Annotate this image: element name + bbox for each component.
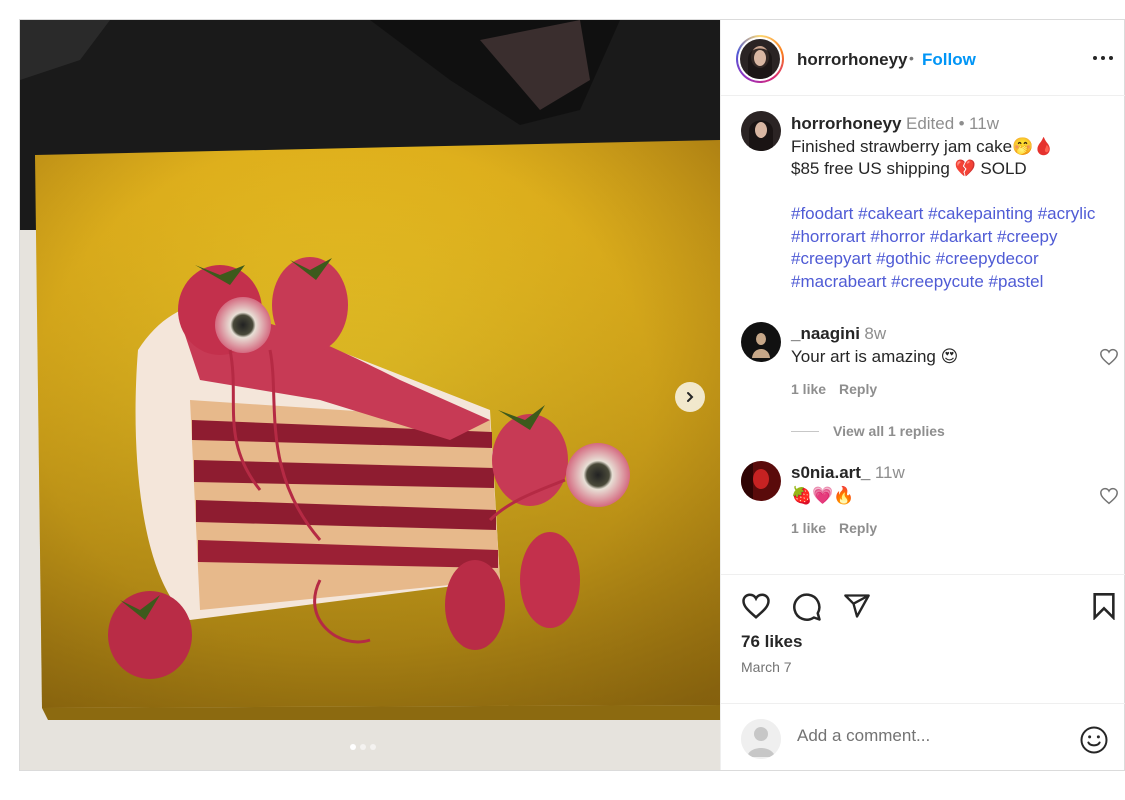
comment-username[interactable]: _naagini <box>791 324 860 343</box>
post-photo <box>20 20 720 770</box>
comment-input[interactable] <box>797 726 1047 746</box>
comment-avatar[interactable] <box>741 461 781 501</box>
like-count[interactable]: 76 likes <box>741 632 802 652</box>
heart-icon <box>1100 487 1118 505</box>
comment-meta-line: _naagini 8w <box>791 324 886 344</box>
heart-icon <box>742 593 770 619</box>
more-horizontal-icon <box>1093 56 1113 60</box>
next-image-button[interactable] <box>675 382 705 412</box>
comment-username[interactable]: s0nia.art_ <box>791 463 870 482</box>
like-button[interactable] <box>741 592 771 625</box>
smiley-icon <box>1080 726 1108 754</box>
comment-likes[interactable]: 1 like <box>791 520 826 536</box>
send-icon <box>844 594 870 618</box>
heart-icon <box>1100 348 1118 366</box>
comment-meta-line: s0nia.art_ 11w <box>791 463 905 483</box>
comment-icon <box>793 593 821 621</box>
comment-time[interactable]: 11w <box>875 463 905 482</box>
comment-text: Your art is amazing 😍 <box>791 347 959 366</box>
carousel-dot <box>370 744 376 750</box>
post-header: horrorhoneyy • Follow <box>721 20 1125 96</box>
author-avatar[interactable] <box>736 35 784 83</box>
hashtag-link[interactable]: #creepy <box>997 227 1057 246</box>
comment-reply-button[interactable]: Reply <box>839 381 877 397</box>
comment-avatar[interactable] <box>741 322 781 362</box>
replies-divider <box>791 431 819 432</box>
hashtag-link[interactable]: #creepycute <box>891 272 984 291</box>
caption-hashtags: #foodart #cakeart #cakepainting #acrylic… <box>791 203 1121 293</box>
comment-button[interactable] <box>792 592 822 627</box>
hashtag-link[interactable]: #cakepainting <box>928 204 1033 223</box>
follow-button[interactable]: Follow <box>922 50 976 70</box>
emoji-button[interactable] <box>1079 725 1109 760</box>
user-avatar-placeholder <box>741 719 781 759</box>
view-replies-button[interactable]: View all 1 replies <box>833 423 945 439</box>
caption-text-line: Finished strawberry jam cake🤭🩸 <box>791 137 1055 156</box>
bookmark-icon <box>1093 593 1115 621</box>
hashtag-link[interactable]: #foodart <box>791 204 853 223</box>
chevron-right-icon <box>687 392 694 402</box>
hashtag-link[interactable]: #pastel <box>989 272 1044 291</box>
post-date[interactable]: March 7 <box>741 659 792 675</box>
save-button[interactable] <box>1091 592 1117 625</box>
post-card: horrorhoneyy • Follow horrorhoneyy Edite… <box>19 19 1125 771</box>
comment-like-button[interactable] <box>1099 487 1119 510</box>
comment-likes[interactable]: 1 like <box>791 381 826 397</box>
post-media[interactable] <box>20 20 720 770</box>
comment-composer <box>721 703 1125 770</box>
carousel-dots <box>350 744 376 750</box>
comment-time[interactable]: 8w <box>864 324 886 343</box>
hashtag-link[interactable]: #darkart <box>930 227 992 246</box>
hashtag-link[interactable]: #creepyart <box>791 249 871 268</box>
hashtag-link[interactable]: #horror <box>870 227 925 246</box>
hashtag-link[interactable]: #acrylic <box>1038 204 1096 223</box>
hashtag-link[interactable]: #cakeart <box>858 204 923 223</box>
separator-dot: • <box>909 50 914 66</box>
author-username[interactable]: horrorhoneyy <box>797 50 908 70</box>
more-options-button[interactable] <box>1091 48 1115 68</box>
caption-meta-line: horrorhoneyy Edited • 11w <box>791 114 999 134</box>
separator-dot: • <box>958 114 965 133</box>
hashtag-link[interactable]: #gothic <box>876 249 931 268</box>
user-icon <box>741 719 781 759</box>
caption-avatar[interactable] <box>741 111 781 151</box>
comment-like-button[interactable] <box>1099 348 1119 371</box>
hashtag-link[interactable]: #creepydecor <box>936 249 1039 268</box>
share-button[interactable] <box>842 592 872 625</box>
caption-username[interactable]: horrorhoneyy <box>791 114 902 133</box>
post-sidebar: horrorhoneyy • Follow horrorhoneyy Edite… <box>720 20 1125 770</box>
caption-time[interactable]: 11w <box>969 114 999 133</box>
hashtag-link[interactable]: #horrorart <box>791 227 866 246</box>
carousel-dot <box>350 744 356 750</box>
comment-text: 🍓💗🔥 <box>791 486 855 505</box>
carousel-dot <box>360 744 366 750</box>
edited-label: Edited <box>905 114 955 133</box>
caption-text-line: $85 free US shipping 💔 SOLD <box>791 159 1027 178</box>
hashtag-link[interactable]: #macrabeart <box>791 272 886 291</box>
comment-reply-button[interactable]: Reply <box>839 520 877 536</box>
